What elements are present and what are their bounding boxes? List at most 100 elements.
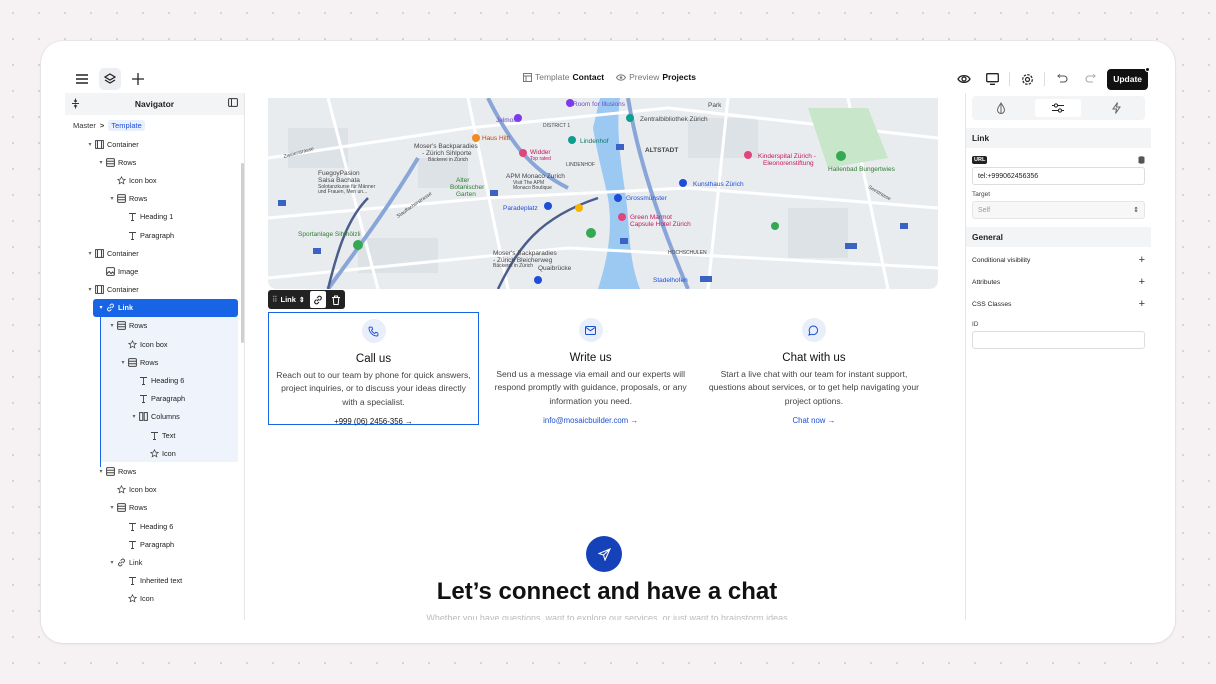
layer-tree: ▾ Container ▾ Rows Icon box ▾ Rows Heading 1 Par… xyxy=(65,135,244,608)
tree-node-icon-box[interactable]: Icon box xyxy=(65,481,244,499)
rows-icon xyxy=(116,194,127,204)
tree-node-paragraph[interactable]: Paragraph xyxy=(65,535,244,553)
general-section-header[interactable]: General xyxy=(966,227,1151,247)
tree-node-icon-box[interactable]: Icon box xyxy=(65,171,244,189)
card-link[interactable]: info@mosaicbuilder.com → xyxy=(479,416,702,425)
menu-button[interactable] xyxy=(71,68,93,90)
plus-icon[interactable]: + xyxy=(1139,276,1145,288)
add-button[interactable] xyxy=(127,68,149,90)
arrow-right-icon: → xyxy=(405,416,413,426)
element-selector[interactable]: ⠿ Link ⇕ xyxy=(268,290,309,309)
tree-node-label: Rows xyxy=(118,466,137,476)
url-input[interactable]: tel:+999062456356 xyxy=(972,167,1145,185)
tree-node-container[interactable]: ▾ Container xyxy=(65,244,244,262)
undo-button[interactable] xyxy=(1051,68,1073,90)
breadcrumb-template[interactable]: Template xyxy=(108,119,145,131)
tree-node-heading-6[interactable]: Heading 6 xyxy=(101,371,238,390)
chevron-down-icon[interactable]: ▾ xyxy=(97,304,105,311)
tree-node-heading-6[interactable]: Heading 6 xyxy=(65,517,244,535)
settings-button[interactable] xyxy=(1016,68,1038,90)
update-button[interactable]: Update xyxy=(1107,66,1150,90)
chevron-down-icon[interactable]: ▾ xyxy=(97,159,105,166)
gear-icon xyxy=(1021,73,1033,85)
plus-icon[interactable]: + xyxy=(1139,254,1145,266)
chevron-down-icon[interactable]: ▾ xyxy=(108,559,116,566)
layers-button[interactable] xyxy=(99,68,121,90)
drag-handle-icon[interactable]: ⠿ xyxy=(272,295,278,304)
template-icon xyxy=(523,72,532,82)
card-link[interactable]: Chat now → xyxy=(702,416,925,425)
redo-button[interactable] xyxy=(1079,68,1101,90)
tree-node-rows[interactable]: ▾ Rows xyxy=(65,462,244,480)
conditional-visibility-row[interactable]: Conditional visibility + xyxy=(966,249,1151,271)
navigator-scrollbar[interactable] xyxy=(241,163,244,343)
target-value: Self xyxy=(978,206,991,214)
chevron-down-icon[interactable]: ▾ xyxy=(86,250,94,257)
link-section-header[interactable]: Link xyxy=(966,128,1151,148)
contact-card-call[interactable]: Call us Reach out to our team by phone f… xyxy=(268,312,479,426)
chevron-down-icon[interactable]: ▾ xyxy=(130,413,138,420)
tree-node-label: Heading 1 xyxy=(140,212,174,222)
tree-node-icon[interactable]: Icon xyxy=(101,444,238,463)
navigator-title: Navigator xyxy=(134,99,175,109)
tree-node-container[interactable]: ▾ Container xyxy=(65,135,244,153)
tree-node-rows[interactable]: ▾ Rows xyxy=(65,190,244,208)
map-image[interactable]: Room for Illusions Park Jelmoli DISTRICT 1… xyxy=(268,98,938,289)
url-tag[interactable]: URL xyxy=(972,156,988,164)
attributes-row[interactable]: Attributes + xyxy=(966,271,1151,293)
icon-circle xyxy=(361,319,386,343)
link-settings-button[interactable] xyxy=(308,290,327,309)
tree-node-columns[interactable]: ▾ Columns xyxy=(101,407,238,426)
collapse-icon[interactable] xyxy=(71,98,80,109)
chevron-down-icon[interactable]: ▾ xyxy=(108,195,116,202)
tree-node-rows[interactable]: ▾ Rows xyxy=(101,316,238,336)
chevron-down-icon[interactable]: ▾ xyxy=(108,504,116,511)
phone-icon xyxy=(368,326,379,336)
tab-style[interactable] xyxy=(978,99,1024,117)
tree-node-text[interactable]: Text xyxy=(101,426,238,445)
tree-node-rows[interactable]: ▾ Rows xyxy=(65,153,244,171)
tree-node-link[interactable]: ▾ Link xyxy=(65,553,244,571)
rows-icon xyxy=(116,503,127,513)
chevron-down-icon[interactable]: ▾ xyxy=(97,468,105,475)
tree-node-image[interactable]: Image xyxy=(65,262,244,280)
tree-node-container[interactable]: ▾ Container xyxy=(65,281,244,299)
device-button[interactable] xyxy=(981,68,1003,90)
plus-icon[interactable]: + xyxy=(1139,298,1145,310)
css-classes-row[interactable]: CSS Classes + xyxy=(966,293,1151,315)
chevron-down-icon[interactable]: ▾ xyxy=(119,359,127,366)
database-icon[interactable] xyxy=(1138,156,1145,164)
unsaved-dot xyxy=(1145,66,1150,72)
page-switcher[interactable]: Template Contact Preview Projects xyxy=(523,72,696,82)
tree-node-heading-1[interactable]: Heading 1 xyxy=(65,208,244,226)
tree-node-icon-box[interactable]: Icon box xyxy=(101,335,238,354)
panel-toggle-icon[interactable] xyxy=(228,98,238,107)
chevron-down-icon[interactable]: ▾ xyxy=(86,286,94,293)
tab-settings[interactable] xyxy=(1035,99,1082,117)
chevron-down-icon[interactable]: ▾ xyxy=(108,322,116,329)
page-canvas[interactable]: Room for Illusions Park Jelmoli DISTRICT 1… xyxy=(251,93,963,620)
tree-node-label: Rows xyxy=(118,157,137,167)
contact-card-write[interactable]: Write us Send us a message via email and… xyxy=(479,312,702,425)
preview-button[interactable] xyxy=(953,68,975,90)
svg-text:Haus Hiltl: Haus Hiltl xyxy=(482,135,510,142)
tree-node-paragraph[interactable]: Paragraph xyxy=(65,226,244,244)
mail-icon xyxy=(585,325,597,335)
tree-node-icon[interactable]: Icon xyxy=(65,590,244,608)
card-link[interactable]: +999 (06) 2456-356 → xyxy=(269,417,478,426)
id-input[interactable] xyxy=(972,331,1145,349)
svg-text:Room for Illusions: Room for Illusions xyxy=(573,101,626,108)
navigator-panel: Navigator Master > Template ▾ Container ▾ R… xyxy=(65,93,245,620)
tree-node-paragraph[interactable]: Paragraph xyxy=(101,389,238,408)
chevron-down-icon[interactable]: ▾ xyxy=(86,141,94,148)
top-bar: Template Contact Preview Projects Update xyxy=(65,65,1151,93)
delete-button[interactable] xyxy=(327,290,345,309)
tree-node-rows[interactable]: ▾ Rows xyxy=(65,499,244,517)
breadcrumb-master[interactable]: Master xyxy=(73,121,96,130)
tab-interactions[interactable] xyxy=(1093,99,1139,117)
target-select[interactable]: Self ⇕ xyxy=(972,201,1145,219)
tree-node-rows[interactable]: ▾ Rows xyxy=(101,353,238,372)
tree-node-inherited-text[interactable]: Inherited text xyxy=(65,572,244,590)
contact-card-chat[interactable]: Chat with us Start a live chat with our … xyxy=(702,312,925,425)
tree-node-link[interactable]: ▾ Link xyxy=(93,298,238,317)
